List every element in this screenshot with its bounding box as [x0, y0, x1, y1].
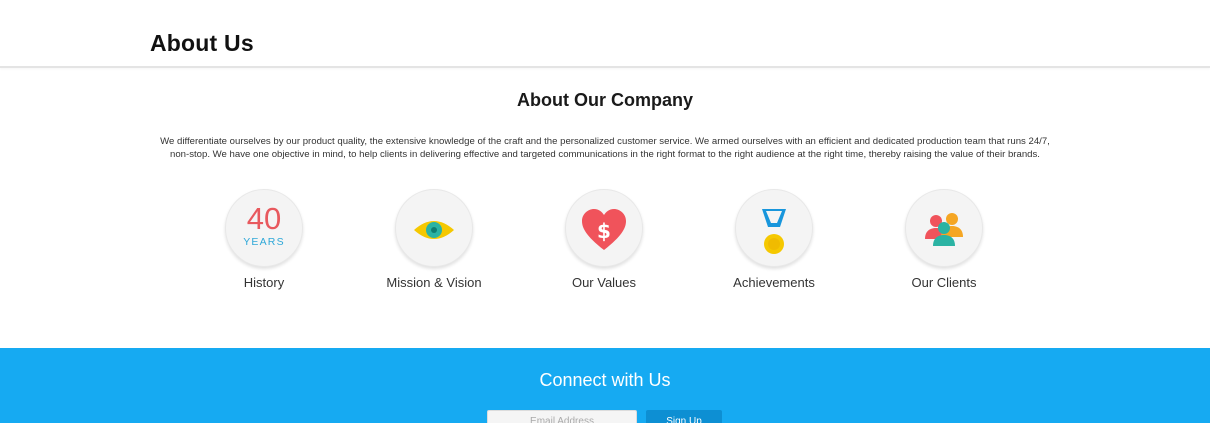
- years-unit: YEARS: [243, 236, 285, 248]
- years-number: 40: [246, 201, 282, 236]
- feature-our-values[interactable]: $ Our Values: [529, 189, 679, 299]
- section-heading: About Our Company: [517, 90, 693, 110]
- svg-text:$: $: [597, 219, 611, 243]
- eye-icon: [395, 189, 473, 267]
- feature-achievements[interactable]: Achievements: [699, 189, 849, 299]
- page-title: About Us: [150, 30, 254, 56]
- sign-up-button[interactable]: Sign Up: [646, 410, 722, 423]
- feature-label: Our Clients: [911, 275, 977, 290]
- feature-label: Our Values: [571, 275, 637, 290]
- about-page: About Us About Our Company We differenti…: [0, 0, 1210, 423]
- feature-list: 40 YEARS History Mission & Vision $ Our …: [0, 189, 1210, 299]
- connect-heading: Connect with Us: [539, 370, 671, 390]
- feature-mission-vision[interactable]: Mission & Vision: [359, 189, 509, 299]
- history-badge: 40 YEARS: [225, 189, 303, 267]
- company-description: We differentiate ourselves by our produc…: [160, 136, 1050, 160]
- feature-history[interactable]: 40 YEARS History: [189, 189, 339, 299]
- connect-section: Connect with Us Sign Up: [0, 348, 1210, 423]
- heart-dollar-icon: $: [565, 189, 643, 267]
- page-header: About Us: [0, 0, 1210, 68]
- feature-label: History: [243, 275, 285, 290]
- feature-our-clients[interactable]: Our Clients: [869, 189, 1019, 299]
- users-icon: [905, 189, 983, 267]
- medal-icon: [735, 189, 813, 267]
- email-field[interactable]: [487, 410, 637, 423]
- feature-label: Mission & Vision: [386, 275, 482, 290]
- feature-label: Achievements: [733, 275, 815, 290]
